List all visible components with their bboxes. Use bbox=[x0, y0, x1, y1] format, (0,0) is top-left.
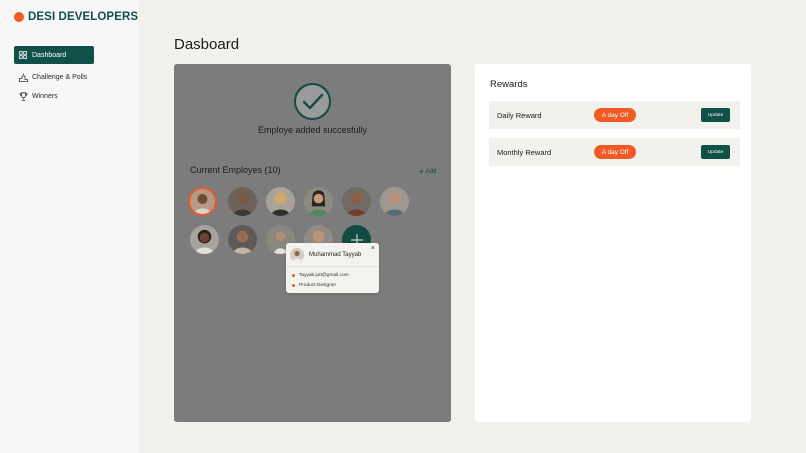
reward-row-monthly: Monthly Reward A day Off Update bbox=[489, 138, 740, 166]
rewards-title: Rewards bbox=[490, 79, 528, 90]
add-employee-label: Add bbox=[425, 168, 437, 175]
employee-avatar[interactable] bbox=[228, 225, 257, 254]
sidebar-item-dashboard[interactable]: Dashboard bbox=[14, 46, 94, 64]
grid-icon bbox=[18, 50, 28, 60]
bullet-dot-icon bbox=[292, 273, 295, 277]
sidebar-item-label: Dashboard bbox=[32, 51, 67, 59]
employees-title: Current Employes (10) bbox=[190, 165, 281, 175]
sidebar-item-challenge-polls[interactable]: Challenge & Polls bbox=[14, 68, 94, 86]
employee-avatar[interactable] bbox=[342, 187, 371, 216]
employee-popup: Muhammad Tayyab × Tayyab.jutt@gmail.com … bbox=[286, 243, 379, 293]
employee-avatar[interactable] bbox=[188, 187, 217, 216]
add-employee-button[interactable]: + Add bbox=[419, 167, 436, 176]
reward-row-daily: Daily Reward A day Off Update bbox=[489, 101, 740, 129]
check-icon bbox=[294, 83, 331, 120]
sidebar: DESI DEVELOPERS Dashboard Challenge & Po… bbox=[0, 0, 139, 453]
brand-dot-icon bbox=[14, 12, 24, 22]
reward-badge: A day Off bbox=[594, 108, 636, 122]
bullet-dot-icon bbox=[292, 283, 295, 287]
employee-avatar[interactable] bbox=[304, 187, 333, 216]
brand-logo[interactable]: DESI DEVELOPERS bbox=[14, 11, 138, 23]
employee-avatar[interactable] bbox=[380, 187, 409, 216]
sidebar-nav: Dashboard Challenge & Polls Winners bbox=[14, 46, 94, 106]
update-daily-reward-button[interactable]: Update bbox=[701, 108, 730, 122]
reward-name: Daily Reward bbox=[497, 110, 542, 120]
page-title: Dasboard bbox=[174, 36, 240, 53]
sidebar-item-winners[interactable]: Winners bbox=[14, 87, 94, 105]
popup-email: Tayyab.jutt@gmail.com bbox=[299, 272, 349, 278]
popup-employee-name: Muhammad Tayyab bbox=[309, 251, 362, 258]
popup-role: Product Designer bbox=[299, 282, 337, 288]
popup-header: Muhammad Tayyab bbox=[286, 243, 379, 267]
trophy-icon bbox=[18, 91, 28, 101]
sidebar-item-label: Winners bbox=[32, 92, 58, 100]
success-message: Employe added succesfully bbox=[257, 125, 368, 135]
reward-badge: A day Off bbox=[594, 145, 636, 159]
avatar bbox=[290, 247, 304, 262]
popup-email-row: Tayyab.jutt@gmail.com bbox=[286, 270, 379, 280]
plus-icon: + bbox=[419, 167, 424, 176]
reward-name: Monthly Reward bbox=[497, 147, 552, 157]
employee-avatar[interactable] bbox=[190, 225, 219, 254]
rewards-panel: Rewards Daily Reward A day Off Update Mo… bbox=[475, 64, 751, 422]
update-monthly-reward-button[interactable]: Update bbox=[701, 145, 730, 159]
popup-role-row: Product Designer bbox=[286, 280, 379, 290]
brand-name: DESI DEVELOPERS bbox=[28, 11, 139, 23]
employee-avatar[interactable] bbox=[228, 187, 257, 216]
employee-avatar[interactable] bbox=[266, 187, 295, 216]
podium-icon bbox=[18, 72, 28, 82]
sidebar-item-label: Challenge & Polls bbox=[32, 73, 88, 81]
close-icon[interactable]: × bbox=[371, 245, 375, 252]
